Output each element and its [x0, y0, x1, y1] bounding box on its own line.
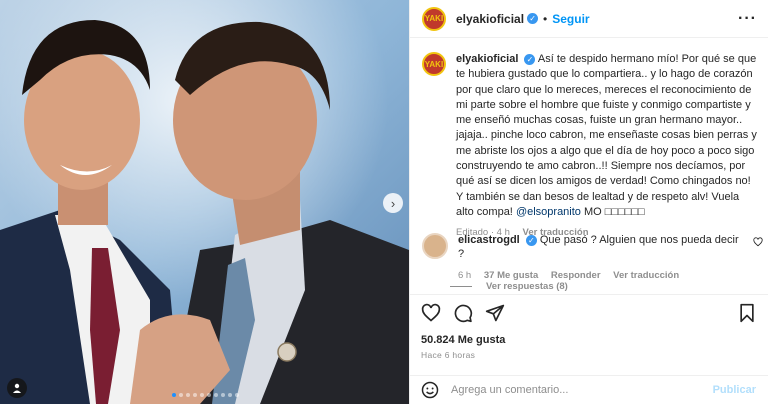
carousel-dot [214, 393, 218, 397]
verified-icon: ✓ [527, 13, 539, 24]
replies-line [450, 286, 472, 287]
verified-icon: ✓ [524, 53, 536, 65]
verified-icon: ✓ [525, 234, 537, 246]
comment-time: 6 h [458, 270, 472, 281]
follow-button[interactable]: Seguir [552, 12, 589, 26]
caption-tail: MO [583, 205, 602, 218]
action-bar [409, 294, 768, 330]
more-icon[interactable]: ··· [738, 10, 757, 28]
post-image[interactable]: › [0, 0, 409, 404]
save-button[interactable] [738, 303, 756, 323]
carousel-dot [228, 393, 232, 397]
comment-like-heart-icon[interactable] [753, 237, 763, 247]
post-time: Hace 6 horas [421, 350, 476, 360]
likes-count[interactable]: 50.824 Me gusta [421, 334, 505, 346]
view-replies-label[interactable]: Ver respuestas (8) [486, 281, 568, 292]
carousel-dot [172, 393, 176, 397]
share-icon [485, 304, 505, 321]
caption-username[interactable]: elyakioficial [456, 53, 518, 65]
comment-translate-link[interactable]: Ver traducción [613, 270, 679, 281]
commenter-avatar[interactable] [422, 233, 448, 259]
like-button[interactable] [421, 303, 441, 323]
comment-icon [454, 304, 473, 322]
comment-input[interactable] [449, 383, 713, 397]
post-caption: YAKI elyakioficial ✓ Así te despido herm… [422, 52, 759, 241]
carousel-dot [207, 393, 211, 397]
chevron-right-icon: › [390, 195, 396, 211]
post-header: YAKI elyakioficial ✓ • Seguir ··· [410, 0, 768, 38]
caption-avatar[interactable]: YAKI [422, 52, 446, 76]
caption-tail-emoji: □□□□□□ [604, 205, 645, 218]
caption-text: Así te despido hermano mío! Por qué se q… [456, 53, 757, 218]
comment-item: elicastrogdl ✓ Que pasó ? Alguien que no… [422, 233, 763, 283]
post-comment-button[interactable]: Publicar [713, 384, 756, 396]
author-avatar[interactable]: YAKI [422, 6, 446, 31]
caption-mention[interactable]: @elsopranito [516, 206, 581, 218]
comment-likes[interactable]: 37 Me gusta [484, 270, 538, 281]
add-comment-bar: Publicar [409, 375, 768, 404]
carousel-dot [193, 393, 197, 397]
comment-username[interactable]: elicastrogdl [458, 234, 520, 246]
author-username[interactable]: elyakioficial [456, 12, 524, 26]
tag-user-icon [13, 383, 21, 393]
comment-button[interactable] [453, 303, 473, 323]
emoji-icon[interactable] [421, 381, 439, 399]
bookmark-icon [740, 303, 754, 322]
view-replies-link[interactable]: Ver respuestas (8) [450, 281, 568, 292]
carousel-dot [179, 393, 183, 397]
tag-user-button[interactable] [7, 378, 27, 398]
carousel-dot [200, 393, 204, 397]
separator-dot: • [543, 11, 548, 26]
carousel-next-button[interactable]: › [383, 193, 403, 213]
comment-reply-link[interactable]: Responder [551, 270, 601, 281]
carousel-dot [186, 393, 190, 397]
carousel-dot [235, 393, 239, 397]
share-button[interactable] [485, 303, 505, 323]
heart-icon [421, 303, 441, 322]
carousel-dot [221, 393, 225, 397]
carousel-indicator [172, 393, 239, 397]
